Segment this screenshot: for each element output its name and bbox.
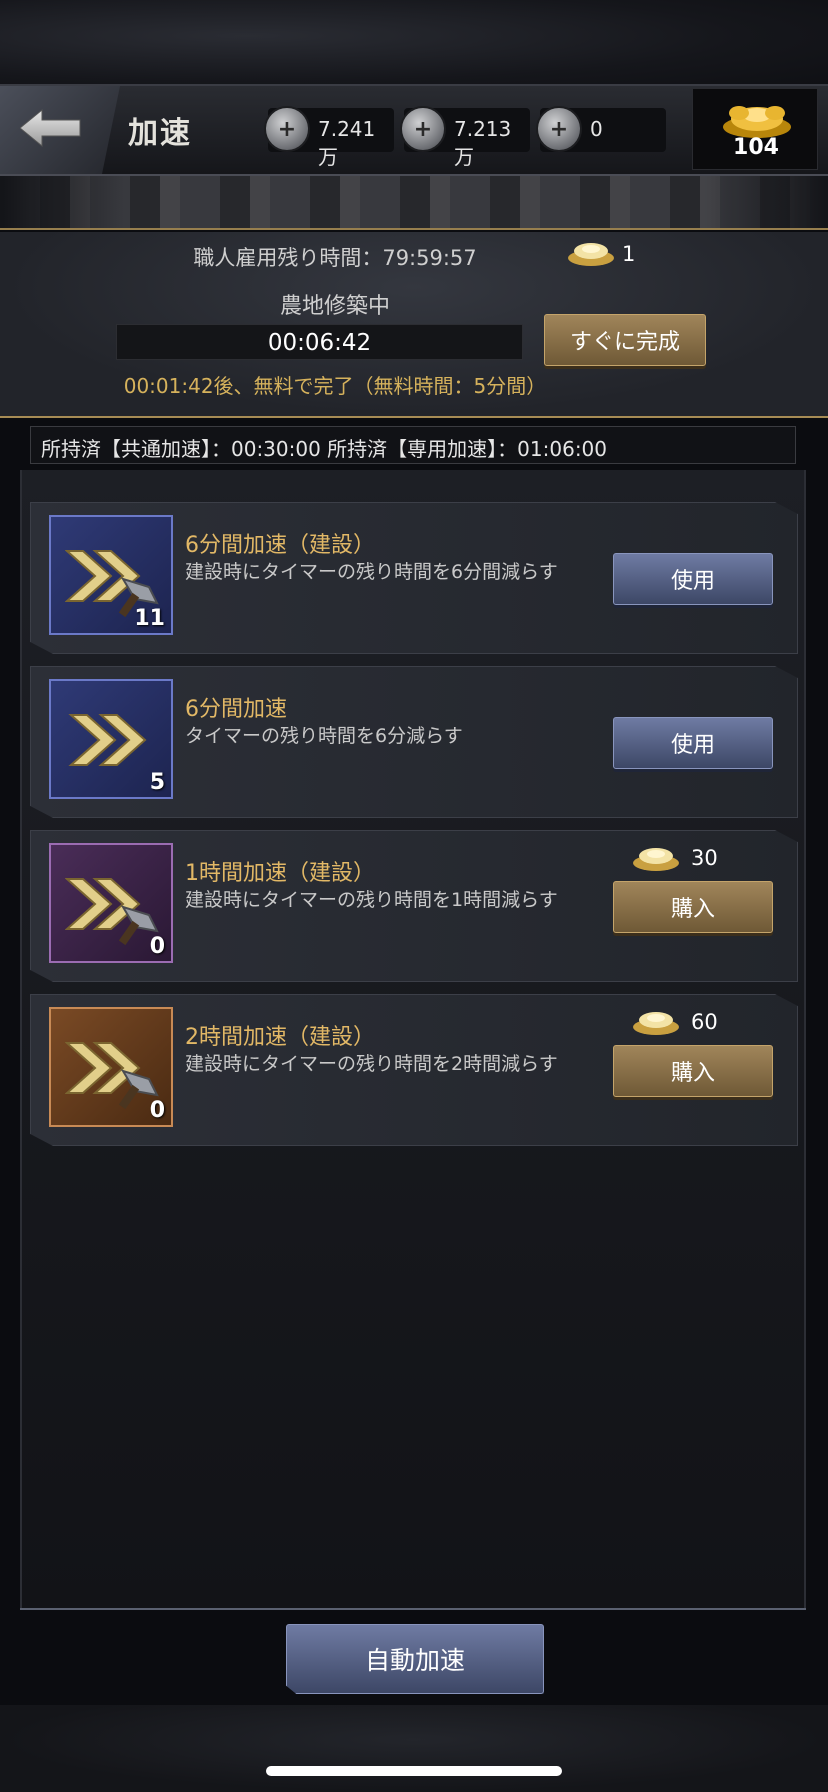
gold-balance[interactable]: 104 (692, 88, 818, 170)
item-count: 0 (149, 934, 165, 959)
list-item: 0 1時間加速（建設） 建設時にタイマーの残り時間を1時間減らす 30 購入 (30, 830, 798, 982)
grain-plus-icon: + (264, 106, 310, 152)
resource-material[interactable]: + 0 (536, 106, 666, 152)
price-value: 30 (691, 846, 718, 870)
bottom-background (0, 1705, 828, 1792)
back-button[interactable] (0, 86, 120, 174)
free-complete-note: 00:01:42後、無料で完了（無料時間：5分間） (123, 374, 547, 398)
price-value: 60 (691, 1010, 718, 1034)
item-icon: 11 (49, 515, 173, 635)
item-price: 60 (631, 1005, 771, 1037)
finish-now-button[interactable]: すぐに完成 (544, 314, 706, 366)
timer-bar: 00:06:42 (116, 324, 523, 360)
item-count: 0 (149, 1098, 165, 1123)
scene-banner (0, 176, 828, 230)
grain-value: 7.241万 (318, 117, 376, 169)
resource-grain[interactable]: + 7.241万 (264, 106, 394, 169)
item-count: 5 (149, 770, 165, 795)
buy-button[interactable]: 購入 (613, 881, 773, 933)
item-count: 11 (134, 606, 165, 631)
item-icon: 0 (49, 843, 173, 963)
gold-ingot-icon (633, 848, 679, 871)
gold-ingot-icon (568, 243, 614, 266)
speedup-icon (68, 714, 147, 766)
item-name: 1時間加速（建設） (185, 861, 375, 886)
list-item: 11 6分間加速（建設） 建設時にタイマーの残り時間を6分間減らす 使用 (30, 502, 798, 654)
item-desc: タイマーの残り時間を6分減らす (185, 725, 463, 747)
buy-button[interactable]: 購入 (613, 1045, 773, 1097)
arrow-left-icon (20, 108, 81, 148)
item-price: 30 (631, 841, 771, 873)
gold-ingot-icon (723, 106, 791, 138)
resource-coin[interactable]: + 7.213万 (400, 106, 530, 169)
item-name: 6分間加速（建設） (185, 533, 375, 558)
use-button[interactable]: 使用 (613, 717, 773, 769)
coin-plus-icon: + (400, 106, 446, 152)
hammer-speedup-icon (65, 878, 159, 946)
progress-panel: 職人雇用残り時間：79:59:57 農地修築中 00:06:42 00:01:4… (0, 232, 828, 418)
owned-speedups: 所持済【共通加速】：00:30:00 所持済【専用加速】：01:06:00 (30, 426, 796, 464)
item-name: 2時間加速（建設） (185, 1025, 375, 1050)
gold-ingot-icon (633, 1012, 679, 1035)
top-background (0, 0, 828, 90)
material-value: 0 (590, 117, 603, 141)
list-item: 0 2時間加速（建設） 建設時にタイマーの残り時間を2時間減らす 60 購入 (30, 994, 798, 1146)
list-item: 5 6分間加速 タイマーの残り時間を6分減らす 使用 (30, 666, 798, 818)
item-desc: 建設時にタイマーの残り時間を2時間減らす (185, 1053, 558, 1075)
header-bar: 加速 + 7.241万 + 7.213万 + 0 104 (0, 84, 828, 176)
finish-cost-value: 1 (622, 242, 636, 266)
item-desc: 建設時にタイマーの残り時間を6分間減らす (185, 561, 558, 583)
gold-count: 104 (733, 135, 779, 160)
coin-value: 7.213万 (454, 117, 512, 169)
material-plus-icon: + (536, 106, 582, 152)
item-name: 6分間加速 (185, 697, 287, 722)
auto-speedup-button[interactable]: 自動加速 (286, 1624, 544, 1694)
item-icon: 5 (49, 679, 173, 799)
home-indicator[interactable] (266, 1766, 562, 1776)
hammer-speedup-icon (65, 1042, 159, 1110)
item-icon: 0 (49, 1007, 173, 1127)
page-title: 加速 (128, 116, 192, 151)
item-desc: 建設時にタイマーの残り時間を1時間減らす (185, 889, 558, 911)
timer-text: 00:06:42 (267, 330, 372, 356)
use-button[interactable]: 使用 (613, 553, 773, 605)
